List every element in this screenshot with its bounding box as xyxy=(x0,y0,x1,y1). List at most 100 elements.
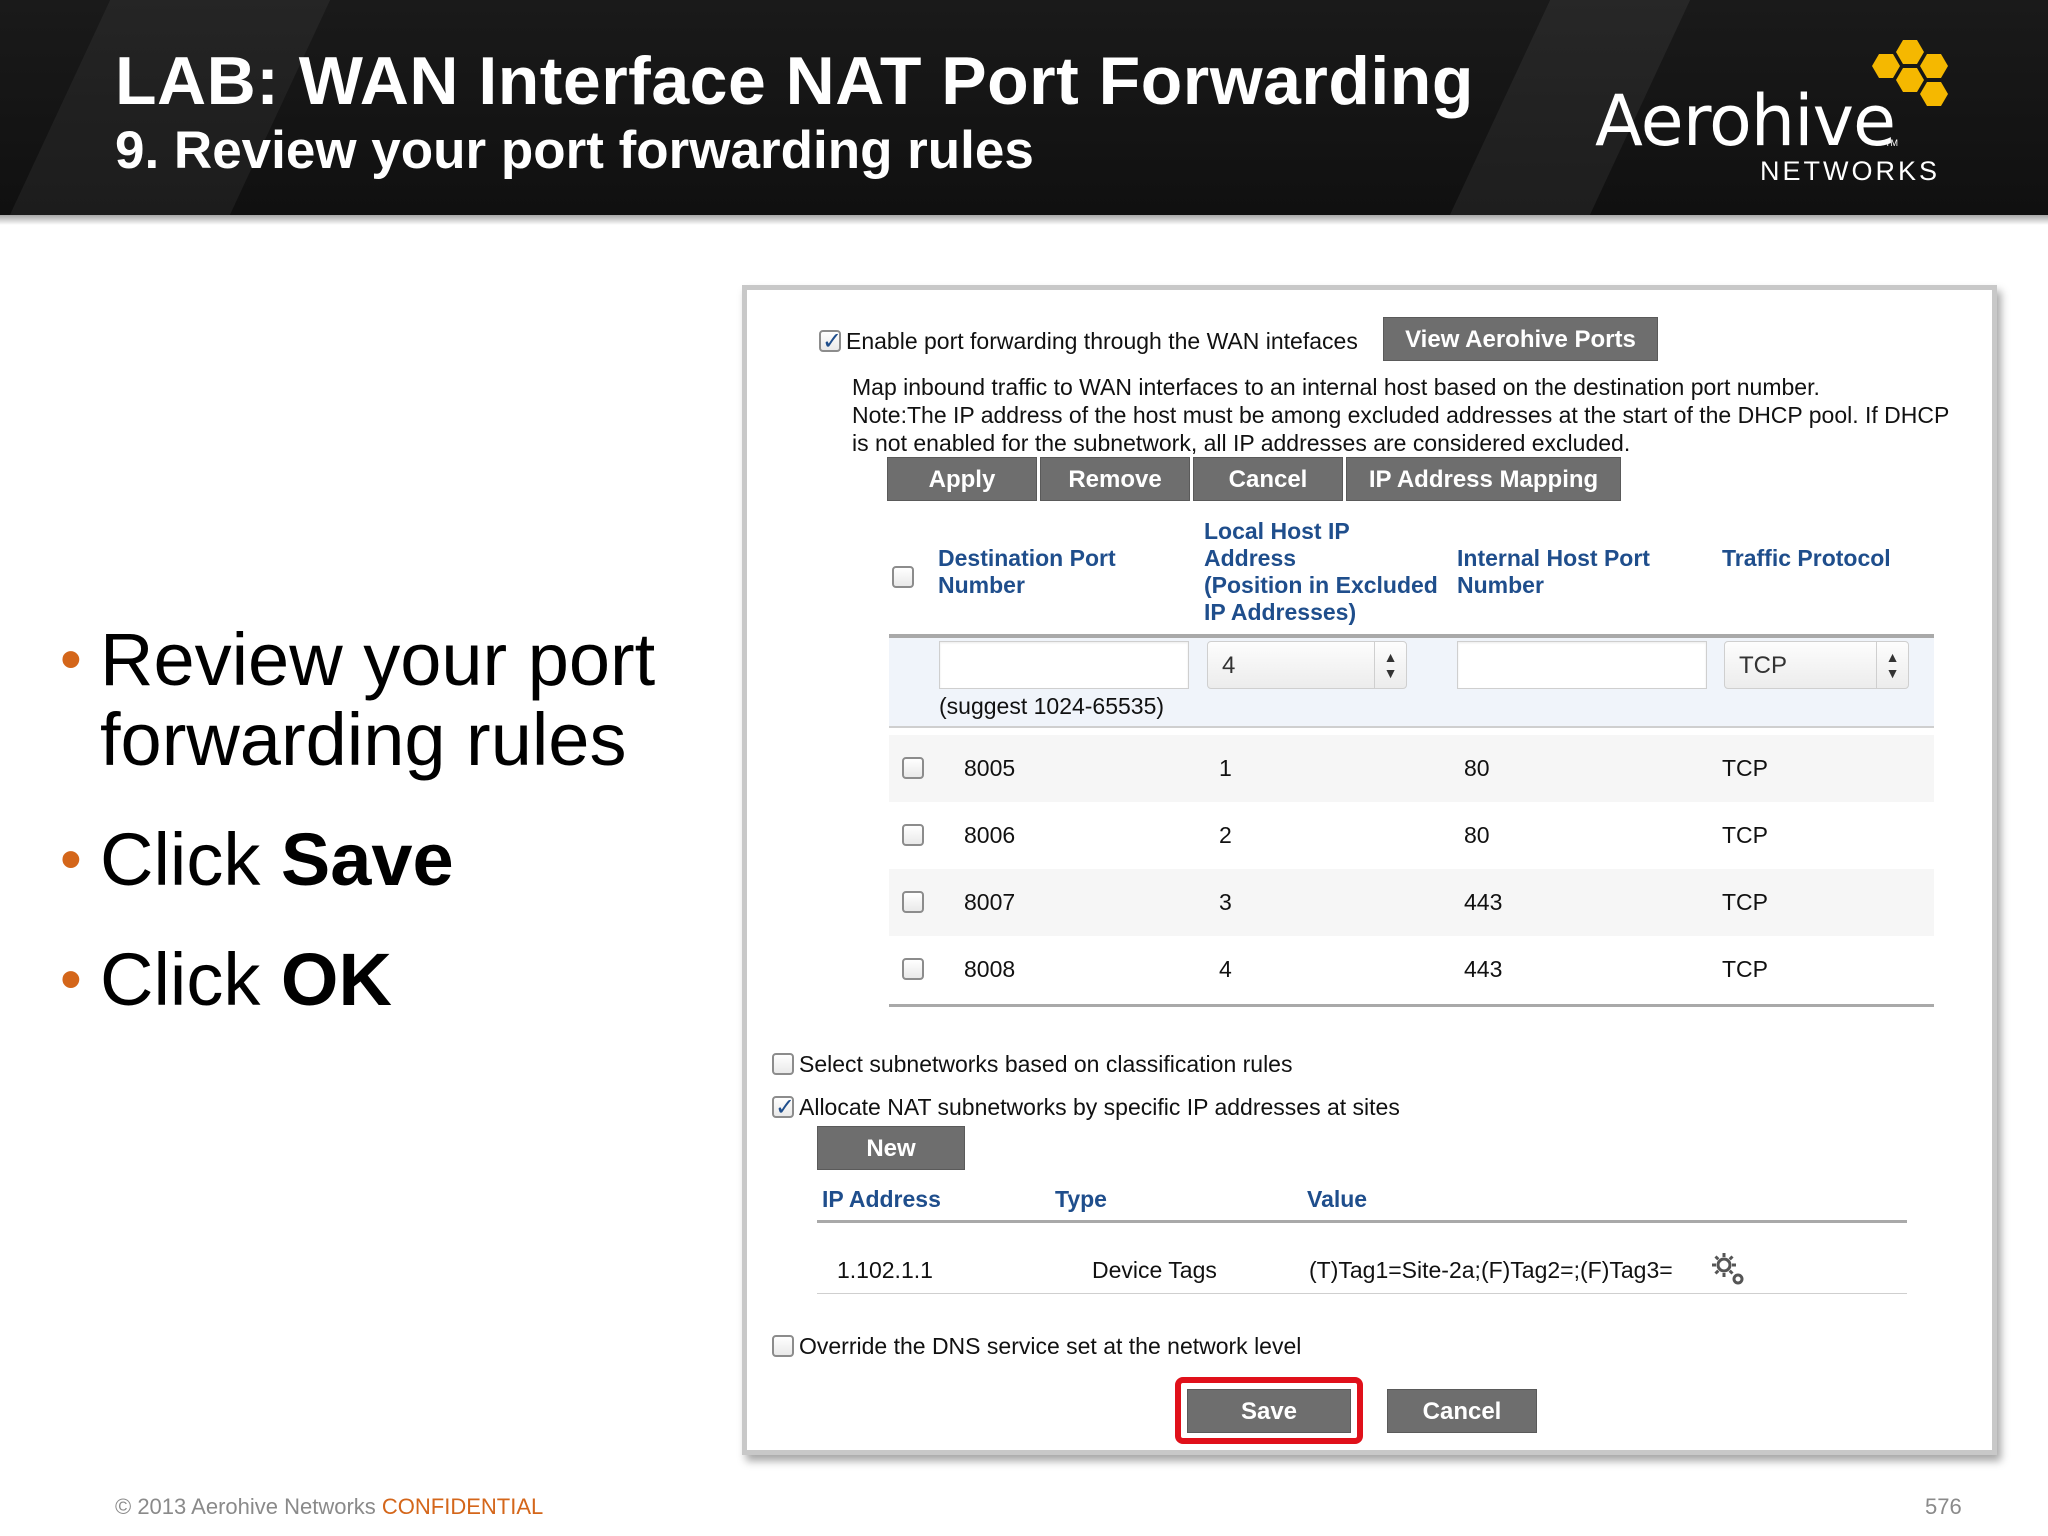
nat-cell-ip: 1.102.1.1 xyxy=(837,1257,933,1283)
page-number: 576 xyxy=(1925,1494,1962,1519)
cell-position: 3 xyxy=(1219,889,1232,915)
col-header-destination-port: Destination Port Number xyxy=(938,545,1116,599)
input-row-divider xyxy=(889,726,1934,728)
cell-internal-port: 443 xyxy=(1464,889,1503,915)
cell-protocol: TCP xyxy=(1722,822,1768,848)
col-header-line: Internal Host Port xyxy=(1457,545,1650,571)
row-checkbox[interactable] xyxy=(902,958,924,980)
table-row: 8008 4 443 TCP xyxy=(889,936,1934,1003)
select-all-checkbox[interactable] xyxy=(892,566,914,588)
nat-row-divider xyxy=(817,1293,1907,1294)
aerohive-logo: Aerohive TM NETWORKS xyxy=(1595,38,1975,188)
cell-internal-port: 443 xyxy=(1464,956,1503,982)
description-text: Map inbound traffic to WAN interfaces to… xyxy=(852,374,1820,400)
position-select-value: 4 xyxy=(1222,652,1236,679)
bullet-dot: • xyxy=(60,825,82,894)
protocol-select-value: TCP xyxy=(1739,652,1787,679)
description-note: Note:The IP address of the host must be … xyxy=(852,402,1950,428)
protocol-select[interactable]: TCP ▲ ▼ xyxy=(1724,641,1909,689)
cancel-rule-button[interactable]: Cancel xyxy=(1193,457,1343,501)
banner-shadow xyxy=(0,215,2048,225)
internal-port-input[interactable] xyxy=(1457,641,1707,689)
bullet-text: Click xyxy=(100,818,281,901)
bullet-bold: OK xyxy=(280,938,392,1021)
remove-button[interactable]: Remove xyxy=(1040,457,1190,501)
copyright-text: © 2013 Aerohive Networks xyxy=(115,1494,382,1519)
allocate-nat-label: Allocate NAT subnetworks by specific IP … xyxy=(799,1094,1400,1120)
destination-port-input[interactable] xyxy=(939,641,1189,689)
logo-wordmark: Aerohive xyxy=(1595,80,1896,162)
bullet-dot: • xyxy=(60,945,82,1014)
select-subnetworks-checkbox[interactable] xyxy=(772,1053,794,1075)
suggest-port-hint: (suggest 1024-65535) xyxy=(939,693,1165,719)
row-checkbox[interactable] xyxy=(902,891,924,913)
bullet-click-save: • Click Save xyxy=(60,820,700,900)
slide-title: LAB: WAN Interface NAT Port Forwarding xyxy=(115,43,1474,119)
col-header-line: (Position in Excluded xyxy=(1204,572,1438,598)
footer-copyright: © 2013 Aerohive Networks CONFIDENTIAL xyxy=(115,1494,543,1520)
col-header-line: Address xyxy=(1204,545,1297,571)
table-row: 8005 1 80 TCP xyxy=(889,735,1934,802)
col-header-line: Number xyxy=(1457,572,1544,598)
cell-position: 2 xyxy=(1219,822,1232,848)
slide-subtitle: 9. Review your port forwarding rules xyxy=(115,121,1034,180)
row-checkbox[interactable] xyxy=(902,824,924,846)
new-nat-button[interactable]: New xyxy=(817,1126,965,1170)
col-header-line: IP Addresses) xyxy=(1204,599,1357,625)
confidential-label: CONFIDENTIAL xyxy=(381,1494,544,1519)
gear-icon[interactable] xyxy=(1709,1250,1749,1290)
bullet-text: Review your port forwarding rules xyxy=(100,618,656,781)
col-header-line: Destination Port xyxy=(938,545,1116,571)
cell-internal-port: 80 xyxy=(1464,755,1490,781)
cell-protocol: TCP xyxy=(1722,889,1768,915)
table-bottom-divider xyxy=(889,1004,1934,1007)
cell-destination-port: 8005 xyxy=(964,755,1016,781)
description-note-cont: is not enabled for the subnetwork, all I… xyxy=(852,430,1631,456)
cell-position: 4 xyxy=(1219,956,1232,982)
cell-destination-port: 8008 xyxy=(964,956,1016,982)
select-arrows-icon: ▲ ▼ xyxy=(1374,642,1406,688)
col-header-local-host-ip: Local Host IP Address (Position in Exclu… xyxy=(1204,518,1438,626)
nat-cell-type: Device Tags xyxy=(1092,1257,1217,1283)
port-forwarding-screenshot: Enable port forwarding through the WAN i… xyxy=(742,285,1997,1455)
col-header-traffic-protocol: Traffic Protocol xyxy=(1722,545,1891,571)
nat-col-header-ip: IP Address xyxy=(822,1186,941,1212)
select-arrows-icon: ▲ ▼ xyxy=(1876,642,1908,688)
col-header-line: Number xyxy=(938,572,1025,598)
enable-port-forwarding-checkbox[interactable] xyxy=(819,327,842,355)
cell-protocol: TCP xyxy=(1722,956,1768,982)
logo-subtitle: NETWORKS xyxy=(1760,156,1941,186)
cell-position: 1 xyxy=(1219,755,1232,781)
cell-protocol: TCP xyxy=(1722,755,1768,781)
bullet-dot: • xyxy=(60,625,82,694)
row-checkbox[interactable] xyxy=(902,757,924,779)
bullet-text: Click xyxy=(100,938,281,1021)
cell-destination-port: 8006 xyxy=(964,822,1016,848)
col-header-line: Local Host IP xyxy=(1204,518,1350,544)
table-row: 8006 2 80 TCP xyxy=(889,802,1934,869)
cell-internal-port: 80 xyxy=(1464,822,1490,848)
apply-button[interactable]: Apply xyxy=(887,457,1037,501)
allocate-nat-checkbox[interactable] xyxy=(772,1093,795,1121)
bullet-review: • Review your port forwarding rules xyxy=(60,620,700,780)
override-dns-label: Override the DNS service set at the netw… xyxy=(799,1333,1302,1359)
nat-cell-value: (T)Tag1=Site-2a;(F)Tag2=;(F)Tag3= xyxy=(1309,1257,1673,1283)
col-header-internal-host-port: Internal Host Port Number xyxy=(1457,545,1650,599)
title-banner: LAB: WAN Interface NAT Port Forwarding 9… xyxy=(0,0,2048,215)
table-row: 8007 3 443 TCP xyxy=(889,869,1934,936)
override-dns-checkbox[interactable] xyxy=(772,1335,794,1357)
position-select[interactable]: 4 ▲ ▼ xyxy=(1207,641,1407,689)
nat-header-divider xyxy=(817,1220,1907,1223)
select-subnetworks-label: Select subnetworks based on classificati… xyxy=(799,1051,1293,1077)
save-button[interactable]: Save xyxy=(1187,1389,1351,1433)
ip-address-mapping-button[interactable]: IP Address Mapping xyxy=(1346,457,1621,501)
logo-trademark: TM xyxy=(1885,138,1898,148)
nat-col-header-type: Type xyxy=(1055,1186,1107,1212)
cancel-button[interactable]: Cancel xyxy=(1387,1389,1537,1433)
nat-col-header-value: Value xyxy=(1307,1186,1368,1212)
view-aerohive-ports-button[interactable]: View Aerohive Ports xyxy=(1383,317,1658,361)
enable-port-forwarding-label: Enable port forwarding through the WAN i… xyxy=(846,328,1358,354)
cell-destination-port: 8007 xyxy=(964,889,1016,915)
bullet-list: • Review your port forwarding rules • Cl… xyxy=(60,620,700,1060)
bullet-bold: Save xyxy=(280,818,454,901)
